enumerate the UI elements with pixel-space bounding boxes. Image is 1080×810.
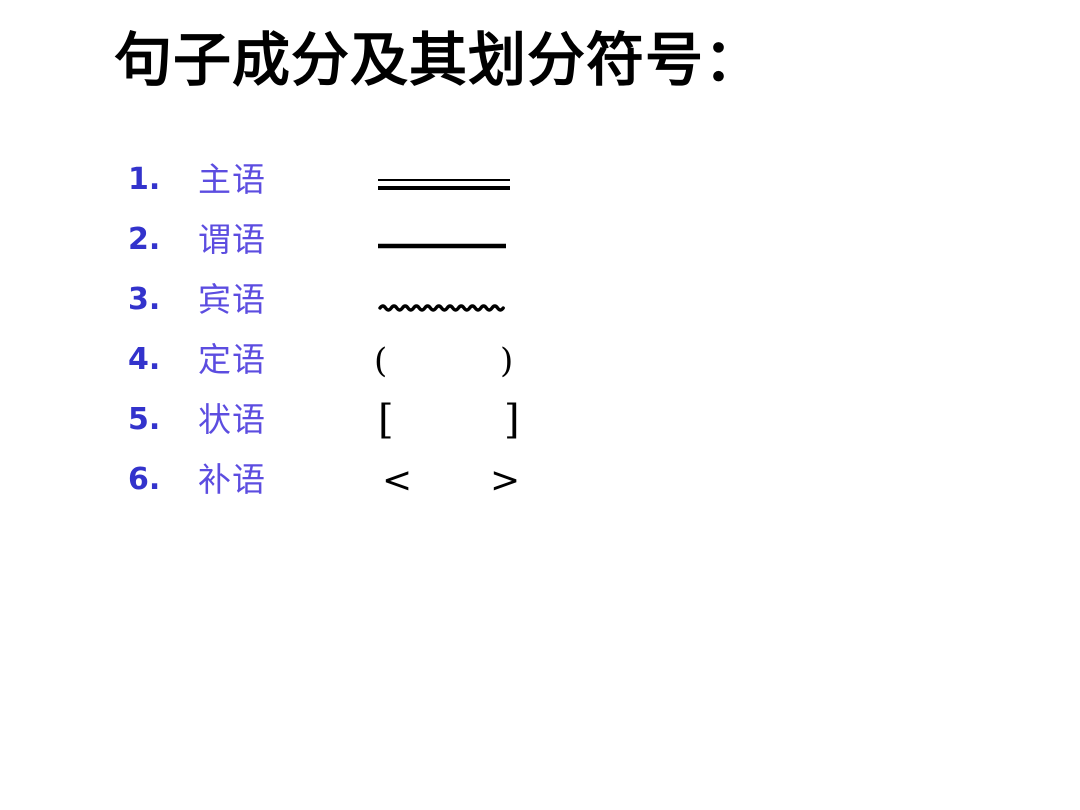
list-item-number: 6. — [128, 462, 161, 497]
list-item: 6. 补语 < > — [0, 458, 1080, 518]
parenthesis-close-icon: ) — [500, 341, 514, 381]
square-bracket-open-icon: [ — [378, 397, 394, 443]
list-item-label: 宾语 — [198, 280, 266, 319]
list-item-number: 4. — [128, 342, 161, 377]
list-item-label: 谓语 — [198, 220, 266, 259]
angle-bracket-close-icon: > — [490, 460, 521, 501]
list-item: 2. 谓语 — [0, 218, 1080, 278]
parenthesis-open-icon: ( — [374, 341, 388, 381]
single-line-icon — [378, 243, 506, 249]
page-title: 句子成分及其划分符号： — [114, 26, 764, 94]
angle-bracket-open-icon: < — [382, 460, 413, 501]
list-item: 5. 状语 [ ] — [0, 398, 1080, 458]
list-item-label: 补语 — [198, 460, 266, 499]
list-item-number: 5. — [128, 402, 161, 437]
list-item-label: 主语 — [198, 160, 266, 199]
sentence-element-list: 1. 主语 2. 谓语 3. 宾语 4. 定语 () 5. 状语 [] 6.… — [0, 158, 1080, 518]
list-item: 1. 主语 — [0, 158, 1080, 218]
double-line-icon — [378, 179, 510, 190]
list-item-label: 状语 — [198, 400, 266, 439]
list-item-marker-wavy-line — [368, 278, 528, 326]
list-item-marker-angle-brackets: < > — [368, 458, 528, 506]
list-item-number: 2. — [128, 222, 161, 257]
list-item-marker-single-line — [368, 218, 528, 266]
list-item-number: 3. — [128, 282, 161, 317]
list-item: 3. 宾语 — [0, 278, 1080, 338]
list-item: 4. 定语 ( ) — [0, 338, 1080, 398]
wavy-line-icon — [378, 304, 505, 312]
list-item-marker-double-line — [368, 158, 528, 206]
slide-canvas: 句子成分及其划分符号： 1. 主语 2. 谓语 3. 宾语 4. 定语 () … — [0, 0, 1080, 810]
list-item-number: 1. — [128, 162, 161, 197]
list-item-marker-parentheses: ( ) — [368, 338, 528, 386]
list-item-label: 定语 — [198, 340, 266, 379]
square-bracket-close-icon: ] — [504, 397, 520, 443]
list-item-marker-square-brackets: [ ] — [368, 398, 528, 446]
